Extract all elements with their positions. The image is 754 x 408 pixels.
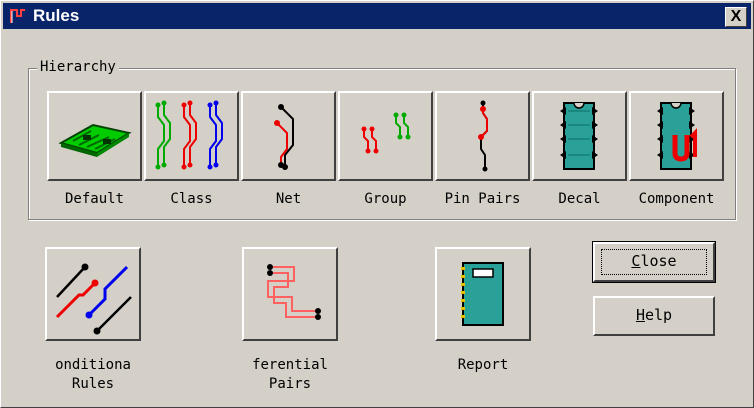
hierarchy-label: Hierarchy [37,59,119,75]
net-trace-icon [274,104,294,170]
group-button[interactable] [338,91,433,181]
component-label: Component [638,191,715,207]
app-icon [10,9,25,23]
report-icon [461,262,504,326]
differential-pairs-label: ferential Pairs [252,357,328,392]
pin-pairs-label: Pin Pairs [444,191,521,207]
window-title: Rules [33,6,80,25]
class-traces-icon [155,100,223,170]
help-button[interactable]: Help [593,296,715,336]
class-label: Class [170,191,213,207]
close-button[interactable]: Close [592,241,716,283]
default-label: Default [64,191,124,207]
focus-rect [601,249,707,275]
title-bar[interactable]: Rules X [3,3,751,29]
close-window-button[interactable]: X [725,7,747,27]
group-traces-icon [361,112,411,154]
differential-pairs-icon [267,264,321,320]
conditional-rules-icon [55,263,132,335]
help-label-rest: elp [644,306,673,324]
default-button[interactable] [47,91,142,181]
component-chip-icon [657,102,697,170]
report-label: Report [457,357,509,373]
differential-pairs-button[interactable] [242,247,338,341]
component-button[interactable] [629,91,724,181]
class-button[interactable] [144,91,239,181]
group-label: Group [364,191,407,207]
decal-chip-icon [560,102,598,170]
conditional-rules-button[interactable] [45,247,141,341]
pin-pairs-button[interactable] [435,91,530,181]
net-label: Net [275,191,302,207]
net-button[interactable] [241,91,336,181]
conditional-rules-label: onditiona Rules [55,357,131,392]
decal-button[interactable] [532,91,627,181]
pcb-board-icon [58,123,132,157]
rules-dialog: Rules X Hierarchy Default Class Net Grou… [0,0,754,408]
pin-pairs-icon [478,100,488,172]
help-mnemonic: H [635,306,645,324]
decal-label: Decal [558,191,601,207]
report-button[interactable] [435,247,531,341]
